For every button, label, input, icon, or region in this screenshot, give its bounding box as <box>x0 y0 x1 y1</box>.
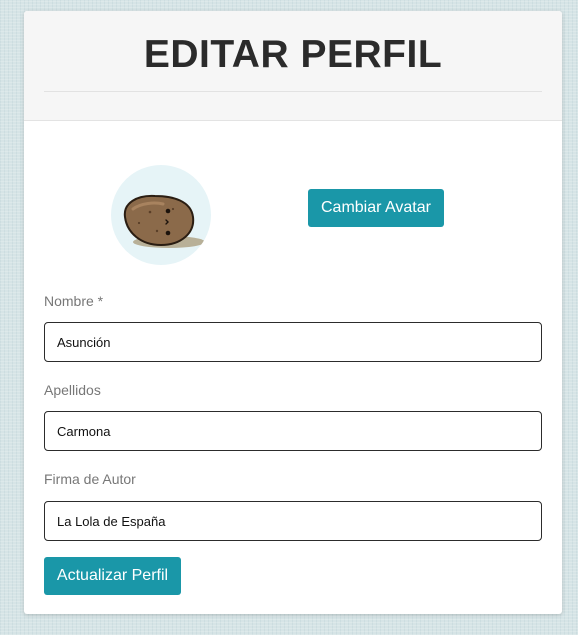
page-title: EDITAR PERFIL <box>143 33 443 76</box>
apellidos-input[interactable] <box>44 411 542 451</box>
avatar <box>111 165 211 265</box>
card-header: EDITAR PERFIL <box>24 11 562 121</box>
nombre-label: Nombre * <box>44 293 104 309</box>
edit-profile-card: EDITAR PERFIL Cambiar Avatar Nombre * Ap… <box>24 11 562 614</box>
apellidos-label: Apellidos <box>44 382 101 398</box>
update-profile-button[interactable]: Actualizar Perfil <box>44 557 181 595</box>
header-divider <box>44 91 542 92</box>
change-avatar-button[interactable]: Cambiar Avatar <box>308 189 444 227</box>
firma-label: Firma de Autor <box>44 471 136 487</box>
nombre-input[interactable] <box>44 322 542 362</box>
potato-avatar-icon <box>123 194 205 248</box>
firma-input[interactable] <box>44 501 542 541</box>
